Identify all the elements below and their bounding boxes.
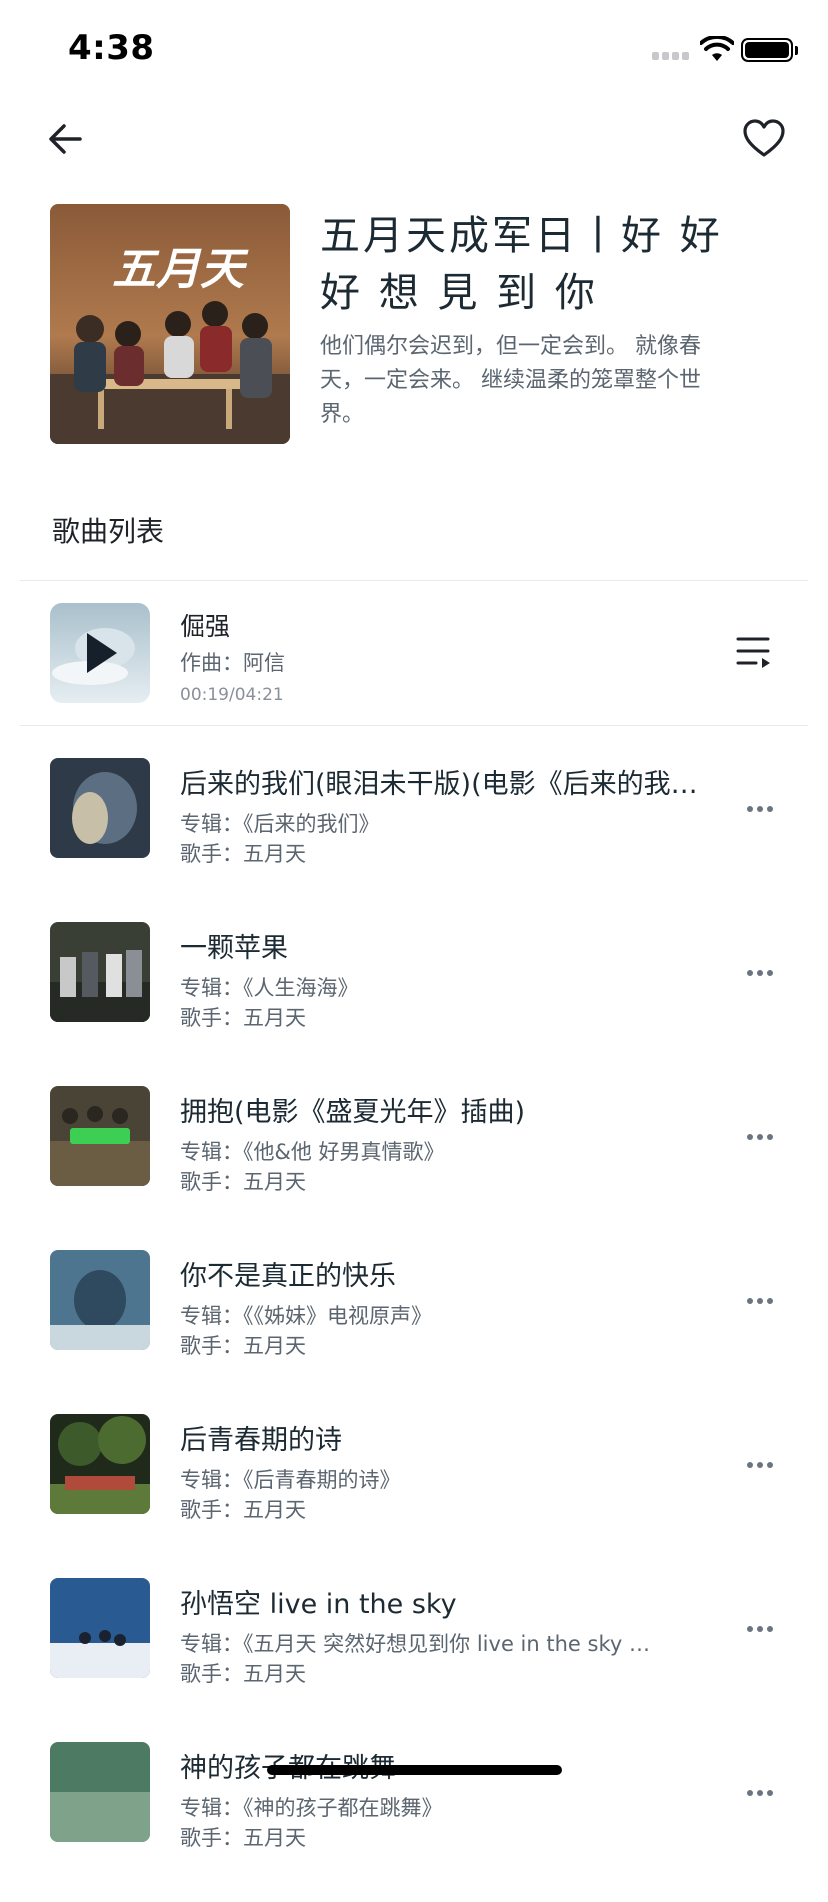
song-singer: 歌手：五月天	[180, 1334, 306, 1358]
favorite-heart-button[interactable]	[742, 117, 786, 161]
song-album: 专辑：《他&他 好男真情歌》	[180, 1140, 445, 1164]
song-list-item[interactable]: 你不是真正的快乐 专辑：《《姊妹》电视原声》 歌手：五月天	[0, 1250, 828, 1410]
song-singer: 歌手：五月天	[180, 1498, 306, 1522]
song-list-item[interactable]: 孙悟空 live in the sky 专辑：《五月天 突然好想见到你 live…	[0, 1578, 828, 1738]
battery-icon	[741, 38, 793, 62]
more-options-icon[interactable]	[740, 1614, 780, 1644]
home-indicator	[267, 1765, 562, 1775]
song-title: 后来的我们(眼泪未干版)(电影《后来的我们》插曲)	[180, 769, 710, 800]
more-options-icon[interactable]	[740, 1778, 780, 1808]
playlist-description: 他们偶尔会迟到，但一定会到。 就像春天，一定会来。 继续温柔的笼罩整个世界。	[320, 334, 701, 427]
back-button[interactable]	[44, 118, 86, 160]
song-list-item[interactable]: 后青春期的诗 专辑：《后青春期的诗》 歌手：五月天	[0, 1414, 828, 1574]
song-singer: 歌手：五月天	[180, 1170, 306, 1194]
song-album: 专辑：《神的孩子都在跳舞》	[180, 1796, 443, 1820]
playlist-queue-button[interactable]	[734, 633, 774, 673]
song-singer: 歌手：五月天	[180, 1006, 306, 1030]
song-cover-image	[50, 1414, 150, 1514]
song-singer: 歌手：五月天	[180, 842, 306, 866]
cellular-signal-icon	[652, 52, 689, 60]
playlist-title: 五月天成军日丨好 好 好 想 見 到 你	[320, 213, 723, 316]
now-playing-composer: 作曲：阿信	[180, 651, 285, 675]
song-cover-image	[50, 922, 150, 1022]
song-cover-image	[50, 758, 150, 858]
now-playing-progress: 00:19/04:21	[180, 685, 284, 705]
song-singer: 歌手：五月天	[180, 1826, 306, 1850]
playlist-cover-image: 五月天	[50, 204, 290, 444]
divider	[20, 725, 808, 726]
song-title: 拥抱(电影《盛夏光年》插曲)	[180, 1097, 526, 1128]
song-title: 你不是真正的快乐	[180, 1261, 396, 1292]
song-album: 专辑：《后来的我们》	[180, 812, 380, 836]
status-time: 4:38	[68, 28, 155, 68]
more-options-icon[interactable]	[740, 1450, 780, 1480]
song-cover-image	[50, 1578, 150, 1678]
song-singer: 歌手：五月天	[180, 1662, 306, 1686]
song-album: 专辑：《《姊妹》电视原声》	[180, 1304, 432, 1328]
song-cover-image	[50, 1742, 150, 1842]
more-options-icon[interactable]	[740, 794, 780, 824]
song-album: 专辑：《五月天 突然好想见到你 live in the sky 演唱会》	[180, 1632, 670, 1656]
more-options-icon[interactable]	[740, 1122, 780, 1152]
song-album: 专辑：《人生海海》	[180, 976, 359, 1000]
now-playing-row[interactable]: 倔强 作曲：阿信 00:19/04:21	[0, 581, 828, 725]
song-cover-image	[50, 1250, 150, 1350]
song-list-item[interactable]: 拥抱(电影《盛夏光年》插曲) 专辑：《他&他 好男真情歌》 歌手：五月天	[0, 1086, 828, 1246]
song-title: 后青春期的诗	[180, 1425, 342, 1456]
more-options-icon[interactable]	[740, 958, 780, 988]
wifi-icon	[700, 36, 734, 61]
song-cover-image	[50, 1086, 150, 1186]
song-list-item[interactable]: 后来的我们(眼泪未干版)(电影《后来的我们》插曲) 专辑：《后来的我们》 歌手：…	[0, 758, 828, 918]
play-icon[interactable]	[87, 633, 117, 673]
song-list-item[interactable]: 一颗苹果 专辑：《人生海海》 歌手：五月天	[0, 922, 828, 1082]
more-options-icon[interactable]	[740, 1286, 780, 1316]
song-title: 孙悟空 live in the sky	[180, 1589, 457, 1620]
now-playing-title: 倔强	[180, 612, 231, 641]
song-album: 专辑：《后青春期的诗》	[180, 1468, 401, 1492]
song-title: 一颗苹果	[180, 933, 288, 964]
cover-logo-text: 五月天	[112, 244, 249, 295]
song-list-heading: 歌曲列表	[52, 515, 165, 548]
now-playing-cover	[50, 603, 150, 703]
status-bar: 4:38	[0, 0, 828, 100]
